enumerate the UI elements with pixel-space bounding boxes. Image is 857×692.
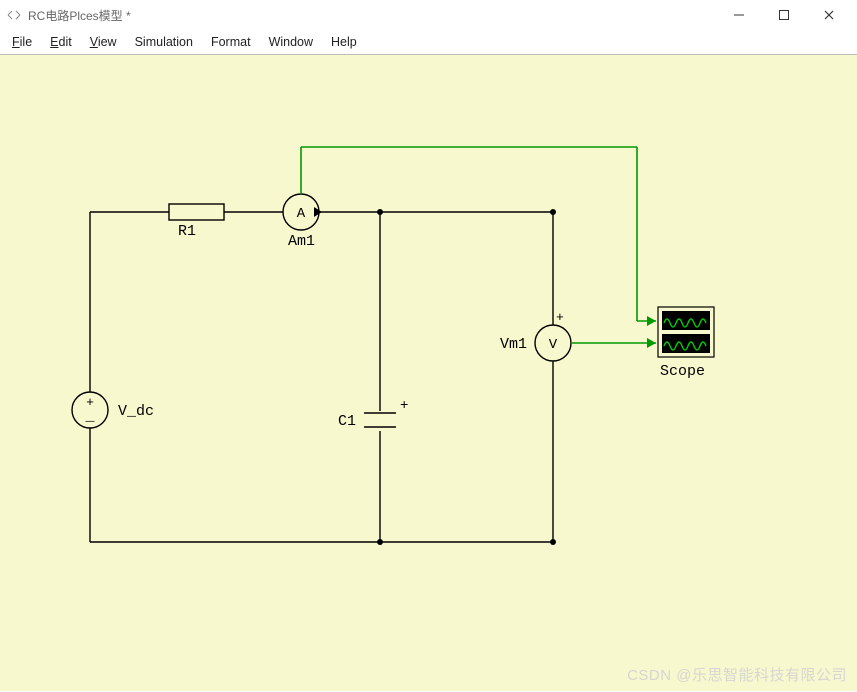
minimize-button[interactable]	[716, 1, 761, 29]
window-title: RC电路Plces模型 *	[28, 7, 716, 24]
svg-text:V: V	[549, 337, 558, 353]
label-scope: Scope	[660, 363, 705, 380]
menu-file[interactable]: File	[12, 35, 32, 49]
titlebar: RC电路Plces模型 *	[0, 0, 857, 30]
label-c1: C1	[338, 413, 356, 430]
window-controls	[716, 1, 851, 29]
ammeter[interactable]: A	[283, 194, 322, 230]
signal-wires	[301, 147, 656, 348]
label-am1: Am1	[288, 233, 315, 250]
menu-format[interactable]: Format	[211, 35, 251, 49]
menubar: File Edit View Simulation Format Window …	[0, 30, 857, 54]
menu-view[interactable]: View	[90, 35, 117, 49]
close-button[interactable]	[806, 1, 851, 29]
circuit-wires	[90, 204, 553, 542]
menu-simulation[interactable]: Simulation	[135, 35, 193, 49]
svg-text:+: +	[400, 398, 408, 414]
svg-text:A: A	[297, 206, 306, 222]
svg-text:+: +	[556, 310, 564, 325]
label-r1: R1	[178, 223, 196, 240]
menu-help[interactable]: Help	[331, 35, 357, 49]
maximize-button[interactable]	[761, 1, 806, 29]
voltage-source[interactable]: + _	[72, 392, 108, 428]
label-vdc: V_dc	[118, 403, 154, 420]
circuit-nodes	[377, 209, 556, 545]
diagram-canvas[interactable]: + _ A + V +	[0, 54, 857, 691]
menu-edit[interactable]: Edit	[50, 35, 72, 49]
scope-block[interactable]	[658, 307, 714, 357]
svg-text:_: _	[84, 408, 95, 425]
capacitor[interactable]: +	[364, 398, 408, 427]
menu-window[interactable]: Window	[269, 35, 313, 49]
app-icon	[6, 7, 22, 23]
label-vm1: Vm1	[500, 336, 527, 353]
